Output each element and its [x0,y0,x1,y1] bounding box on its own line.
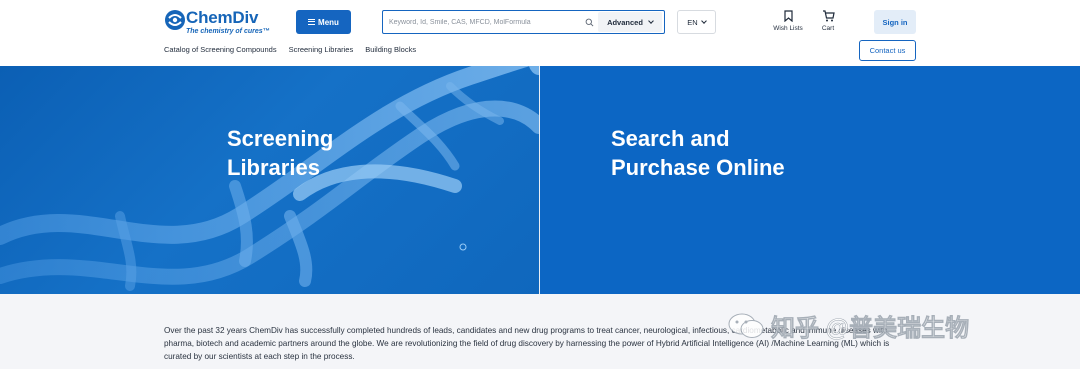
menu-button[interactable]: Menu [296,10,351,34]
wechat-icon [728,313,764,338]
chemdiv-logo-icon [165,10,185,30]
hamburger-icon [308,19,316,25]
search-icon[interactable] [585,18,594,27]
search-purchase-title: Search and Purchase Online [611,124,785,182]
brand-name: ChemDiv [186,8,259,27]
watermark: 知乎 @普美瑞生物 [727,308,969,343]
cart-link[interactable]: Cart [815,10,841,32]
screening-libraries-title: Screening Libraries [227,124,333,182]
logo[interactable]: ChemDiv The chemistry of cures™ [164,8,274,38]
menu-label: Menu [318,17,339,27]
search-input[interactable] [389,15,579,30]
language-select[interactable]: EN [677,10,716,34]
chevron-down-icon [648,18,654,24]
hero-left-line1: Screening [227,126,334,151]
wish-lists-link[interactable]: Wish Lists [768,10,808,32]
chevron-down-icon [700,18,707,24]
hero-banner: Screening Libraries Search and Purchase … [0,66,1080,294]
brand-tagline: The chemistry of cures™ [186,28,270,35]
advanced-label: Advanced [607,17,643,27]
screening-libraries-panel[interactable]: Screening Libraries [0,66,539,294]
watermark-text: 知乎 @普美瑞生物 [771,315,970,343]
contact-us-button[interactable]: Contact us [859,40,916,61]
cart-label: Cart [821,25,835,32]
sub-navigation: Catalog of Screening Compounds Screening… [164,45,416,54]
hero-right-line2: Purchase Online [611,155,785,180]
hero-right-line1: Search and [611,126,730,151]
bookmark-icon [783,10,793,22]
cart-icon [822,10,835,22]
advanced-search-dropdown[interactable]: Advanced [598,12,662,32]
language-value: EN [687,17,698,27]
sign-in-button[interactable]: Sign in [874,10,916,34]
subnav-catalog[interactable]: Catalog of Screening Compounds [164,45,277,54]
site-header: ChemDiv The chemistry of cures™ Menu Adv… [0,0,1080,66]
wish-lists-label: Wish Lists [773,25,803,32]
subnav-screening-libraries[interactable]: Screening Libraries [289,45,354,54]
hero-left-line2: Libraries [227,155,320,180]
subnav-building-blocks[interactable]: Building Blocks [365,45,416,54]
